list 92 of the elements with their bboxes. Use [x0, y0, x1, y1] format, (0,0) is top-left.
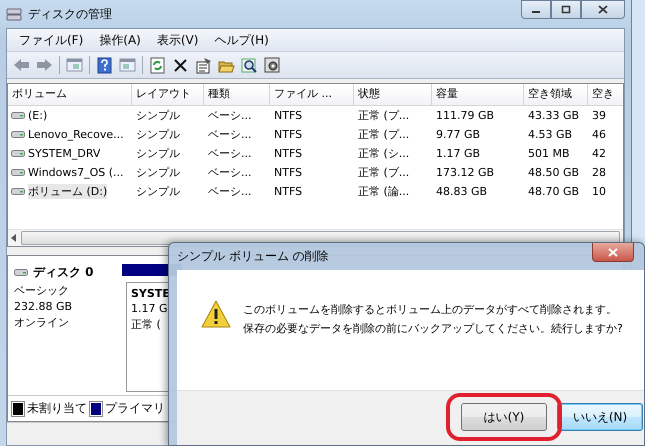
- table-cell-text: 正常 (シ...: [357, 146, 410, 161]
- back-arrow-icon[interactable]: [13, 56, 30, 74]
- drive-icon: [11, 111, 25, 120]
- table-cell-text: シンプル: [135, 146, 181, 161]
- table-cell-text: 10: [591, 185, 607, 198]
- drive-icon: [11, 187, 25, 196]
- drive-icon: [11, 149, 25, 158]
- legend-label: プライマリ: [105, 400, 165, 417]
- refresh-icon[interactable]: [149, 56, 166, 74]
- window-title: ディスクの管理: [28, 6, 112, 22]
- menu-item[interactable]: 操作(A): [91, 32, 149, 48]
- delete-icon[interactable]: [172, 56, 189, 74]
- partition-name: SYSTE: [131, 287, 171, 300]
- minimize-button[interactable]: [521, 0, 551, 19]
- table-cell-text: 28: [591, 166, 607, 179]
- maximize-button[interactable]: [551, 0, 581, 19]
- volume-name[interactable]: Windows7_OS (...: [28, 166, 124, 179]
- menu-item[interactable]: ファイル(F): [11, 32, 92, 48]
- table-cell-text: ベーシ...: [207, 184, 252, 199]
- table-cell-text: ベーシ...: [207, 146, 252, 161]
- table-cell-text: 正常 (プ...: [357, 127, 410, 142]
- table-cell-text: 正常 (ブ...: [357, 165, 410, 180]
- column-header[interactable]: 空き領域: [524, 84, 588, 105]
- table-cell-text: 9.77 GB: [435, 128, 482, 141]
- volume-name[interactable]: Lenovo_Recove...: [28, 128, 124, 141]
- legend-label: 未割り当て: [27, 400, 87, 417]
- close-icon: [608, 248, 618, 256]
- table-cell-text: 48.50 GB: [527, 166, 580, 179]
- volume-name[interactable]: (E:): [28, 109, 48, 122]
- disk-status: オンライン: [14, 315, 70, 330]
- table-cell-text: ベーシ...: [207, 127, 252, 142]
- volume-name[interactable]: ボリューム (D:): [28, 184, 108, 199]
- column-header[interactable]: 状態: [354, 84, 432, 105]
- table-cell-text: NTFS: [273, 128, 304, 141]
- warning-icon: [201, 300, 231, 328]
- partition-size: 1.17 G: [131, 302, 169, 315]
- disk-management-icon: [6, 7, 22, 21]
- table-cell-text: ベーシ...: [207, 108, 252, 123]
- panel-icon[interactable]: [66, 56, 83, 74]
- column-header[interactable]: 空き: [588, 84, 623, 105]
- menu-item[interactable]: ヘルプ(H): [206, 32, 277, 48]
- magnifier-icon[interactable]: [241, 56, 258, 74]
- column-header[interactable]: レイアウト: [132, 84, 204, 105]
- settings-icon[interactable]: [264, 56, 281, 74]
- menu-item[interactable]: 表示(V): [148, 32, 206, 48]
- table-cell-text: NTFS: [273, 185, 304, 198]
- table-cell-text: シンプル: [135, 165, 181, 180]
- table-cell-text: 46: [591, 128, 607, 141]
- table-cell-text: NTFS: [273, 109, 304, 122]
- table-cell-text: 173.12 GB: [435, 166, 496, 179]
- close-button[interactable]: [592, 243, 634, 262]
- drive-icon: [14, 268, 28, 277]
- dialog-title: シンプル ボリューム の削除: [177, 248, 329, 265]
- close-button[interactable]: [581, 0, 625, 19]
- table-cell-text: シンプル: [135, 184, 181, 199]
- table-cell-text: 501 MB: [527, 147, 571, 160]
- table-cell-text: 4.53 GB: [527, 128, 574, 141]
- disk-size: 232.88 GB: [14, 300, 74, 313]
- drive-icon: [11, 168, 25, 177]
- dialog-button[interactable]: いいえ(N): [557, 403, 643, 431]
- dialog-button[interactable]: はい(Y): [461, 403, 547, 431]
- drive-icon: [11, 130, 25, 139]
- scroll-left-icon: [11, 234, 17, 242]
- table-cell-text: 42: [591, 147, 607, 160]
- table-cell-text: シンプル: [135, 108, 181, 123]
- warning-message: このボリュームを削除するとボリューム上のデータがすべて削除されます。保存の必要なデータを削除の前にバックアップしてください。続行しますか?: [243, 302, 623, 337]
- table-cell-text: 43.33 GB: [527, 109, 580, 122]
- column-header[interactable]: ボリューム: [8, 84, 132, 105]
- table-cell-text: 正常 (プ...: [357, 108, 410, 123]
- column-header[interactable]: 容量: [432, 84, 524, 105]
- table-cell-text: 39: [591, 109, 607, 122]
- close-icon: [598, 5, 608, 14]
- table-cell-text: 48.70 GB: [527, 185, 580, 198]
- table-cell-text: シンプル: [135, 127, 181, 142]
- disk-type: ベーシック: [14, 283, 70, 298]
- column-header[interactable]: ファイル ...: [270, 84, 354, 105]
- table-cell-text: NTFS: [273, 147, 304, 160]
- table-cell-text: 正常 (論...: [357, 184, 410, 199]
- table-cell-text: 1.17 GB: [435, 147, 482, 160]
- forward-arrow-icon[interactable]: [36, 56, 53, 74]
- panel-icon[interactable]: [119, 56, 136, 74]
- column-header[interactable]: 種類: [204, 84, 270, 105]
- help-icon[interactable]: [96, 56, 113, 74]
- volume-name[interactable]: SYSTEM_DRV: [28, 147, 100, 160]
- table-cell-text: ベーシ...: [207, 165, 252, 180]
- table-cell-text: 111.79 GB: [435, 109, 496, 122]
- disk-name: ディスク 0: [33, 264, 94, 281]
- table-cell-text: NTFS: [273, 166, 304, 179]
- partition-status: 正常 (: [131, 317, 162, 332]
- properties-icon[interactable]: [195, 56, 212, 74]
- maximize-icon: [561, 5, 571, 14]
- table-cell-text: 48.83 GB: [435, 185, 488, 198]
